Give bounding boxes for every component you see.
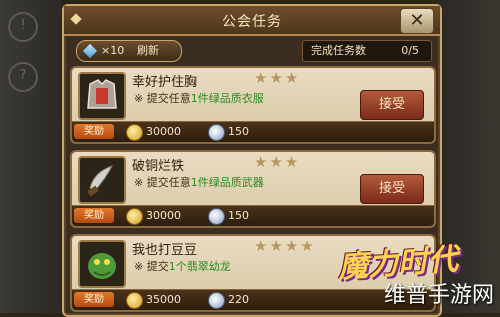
reward-strip: 奖励 30000 150 <box>72 205 434 226</box>
background-left: ! ? <box>0 0 62 313</box>
accept-button[interactable]: 接受 <box>360 90 424 120</box>
task-name: 破铜烂铁 <box>132 159 185 174</box>
task-requirement: ※ 提交任意1件绿品质武器 <box>134 176 264 189</box>
progress-label: 完成任务数 <box>311 44 366 57</box>
diamond-icon <box>82 43 98 59</box>
faded-icon: ! <box>8 12 38 42</box>
silver-orb-icon <box>208 292 225 309</box>
orb-reward: 150 <box>228 125 249 138</box>
orb-reward: 150 <box>228 209 249 222</box>
refresh-label: 刷新 <box>137 44 159 57</box>
task-requirement: ※ 提交任意1件绿品质衣服 <box>134 92 264 105</box>
progress-value: 0/5 <box>401 44 419 57</box>
difficulty-stars: ★★★ <box>254 69 301 87</box>
accept-button[interactable]: 接受 <box>360 174 424 204</box>
panel-title: 公会任务 <box>222 14 282 30</box>
task-name: 我也打豆豆 <box>132 243 198 258</box>
coin-reward: 30000 <box>146 209 181 222</box>
task-card: 破铜烂铁 ★★★ ※ 提交任意1件绿品质武器 接受 奖励 30000 150 <box>70 150 436 228</box>
reward-tag: 奖励 <box>74 208 114 223</box>
title-bar: 公会任务 ✕ <box>64 6 440 36</box>
silver-orb-icon <box>208 208 225 225</box>
reward-strip: 奖励 30000 150 <box>72 121 434 142</box>
reward-tag: 奖励 <box>74 292 114 307</box>
dagger-icon <box>78 156 126 204</box>
task-card: 幸好护住胸 ★★★ ※ 提交任意1件绿品质衣服 接受 奖励 30000 150 <box>70 66 436 144</box>
task-progress: 完成任务数 0/5 <box>302 40 432 62</box>
gold-coin-icon <box>126 124 143 141</box>
dragon-icon <box>78 240 126 288</box>
refresh-cost: ×10 <box>101 44 125 57</box>
site-watermark: 维普手游网 <box>383 283 494 308</box>
gold-coin-icon <box>126 292 143 309</box>
refresh-button[interactable]: ×10 刷新 <box>76 40 182 62</box>
coin-reward: 35000 <box>146 293 181 306</box>
armor-icon <box>78 72 126 120</box>
reward-tag: 奖励 <box>74 124 114 139</box>
faded-icon: ? <box>8 62 38 92</box>
gold-coin-icon <box>126 208 143 225</box>
task-requirement: ※ 提交1个翡翠幼龙 <box>134 260 231 273</box>
silver-orb-icon <box>208 124 225 141</box>
coin-reward: 30000 <box>146 125 181 138</box>
task-name: 幸好护住胸 <box>132 75 198 90</box>
difficulty-stars: ★★★★ <box>254 237 316 255</box>
difficulty-stars: ★★★ <box>254 153 301 171</box>
close-button[interactable]: ✕ <box>400 8 434 34</box>
reward-strip: 奖励 35000 220 <box>72 289 434 310</box>
orb-reward: 220 <box>228 293 249 306</box>
